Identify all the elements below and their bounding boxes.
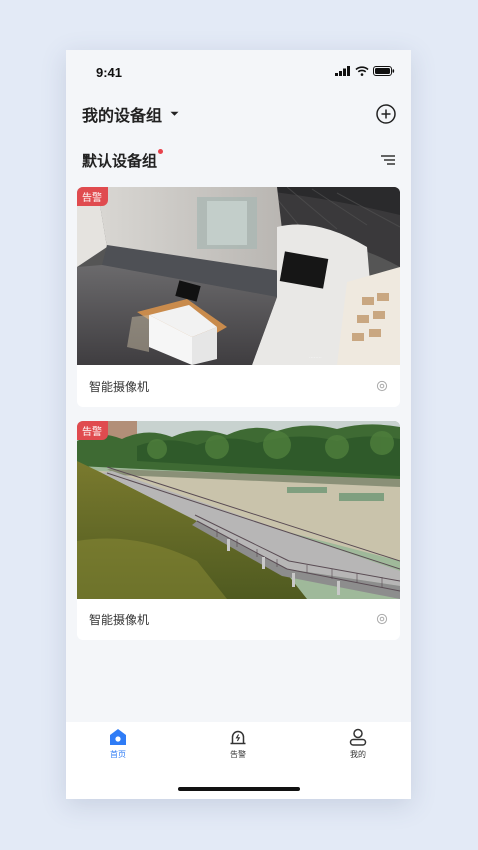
group-header: 默认设备组 [82,148,397,172]
svg-text:········: ········ [309,355,322,361]
device-card[interactable]: ········ 告警 智能摄像机 [77,187,400,407]
user-icon [349,728,367,746]
tab-label: 首页 [110,750,126,759]
tab-home[interactable]: 首页 [88,727,148,760]
camera-preview: 告警 [77,421,400,599]
list-menu-icon[interactable] [379,151,397,169]
card-footer: 智能摄像机 [77,598,400,640]
signal-icon [335,66,350,76]
settings-icon[interactable] [376,613,388,625]
bottom-tab-bar: 首页 告警 我的 [66,722,411,799]
alarm-badge: 告警 [77,421,108,440]
phone-screen: 9:41 我的设备组 默认设备组 ········ 告警 智能摄像机 告警 智能… [66,50,411,799]
camera-preview: ········ 告警 [77,187,400,365]
status-bar: 9:41 [66,50,411,96]
device-name: 智能摄像机 [89,379,150,394]
header: 我的设备组 [82,100,397,128]
add-device-button[interactable] [375,103,397,125]
tab-label: 我的 [350,750,366,759]
group-selector[interactable]: 我的设备组 [82,102,179,126]
status-time: 9:41 [96,65,123,80]
tab-alarm[interactable]: 告警 [208,727,268,760]
caret-down-icon [170,111,179,116]
battery-icon [373,66,395,76]
device-card[interactable]: 告警 智能摄像机 [77,421,400,640]
camera-snapshot-office: ········ [77,187,400,365]
group-name[interactable]: 默认设备组 [82,148,164,171]
device-name: 智能摄像机 [89,612,150,627]
tab-mine[interactable]: 我的 [328,727,388,760]
home-icon [110,729,126,745]
alarm-icon [230,730,246,745]
card-footer: 智能摄像机 [77,365,400,407]
wifi-icon [355,66,369,76]
tab-label: 告警 [230,750,246,759]
camera-snapshot-river [77,421,400,599]
home-indicator [178,787,300,791]
status-icons [335,66,395,76]
page-title: 我的设备组 [82,106,163,125]
settings-icon[interactable] [376,380,388,392]
alarm-badge: 告警 [77,187,108,206]
unread-dot [158,148,164,154]
group-name-label: 默认设备组 [82,151,158,170]
